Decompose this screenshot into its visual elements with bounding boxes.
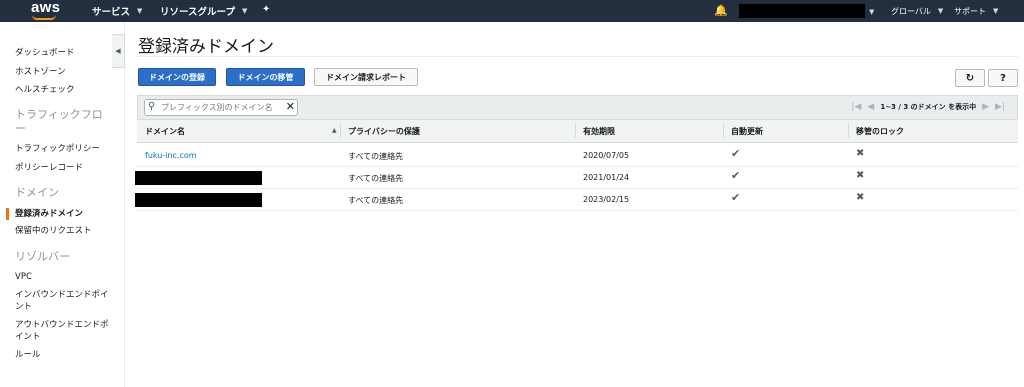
table-row[interactable]: すべての連絡先 2023/02/15 ✔ ✖ [135,189,1018,211]
help-icon: ? [1000,72,1006,84]
check-icon: ✔ [731,147,741,160]
domain-name-redacted [135,171,262,185]
table-header: ドメイン名 ▲ プライバシーの保護 有効期限 自動更新 移管のロック [137,120,1018,143]
region-menu[interactable]: グローバル ▼ [891,0,943,22]
column-divider [575,124,576,138]
column-header-transfer-lock[interactable]: 移管のロック [856,126,904,137]
table-row[interactable]: fuku-inc.com すべての連絡先 2020/07/05 ✔ ✖ [137,145,1018,167]
sidebar-section-traffic-flow: トラフィックフロー [15,108,103,135]
aws-logo-text: aws [31,0,61,16]
account-menu-redacted[interactable] [739,4,865,18]
column-header-expiry[interactable]: 有効期限 [583,126,615,137]
page-title: 登録済みドメイン [138,37,274,57]
sidebar-item-inbound-endpoints[interactable]: インバウンドエンドポイント [15,289,115,313]
expiry-date-value: 2021/01/24 [583,173,630,182]
top-navigation: aws サービス ▼ リソースグループ ▼ ✦ 🔔 ▼ グローバル ▼ サポート… [0,0,1024,22]
sidebar: ダッシュボード ホストゾーン ヘルスチェック トラフィックフロー トラフィックポ… [0,22,125,387]
refresh-icon: ↻ [965,72,975,84]
support-menu[interactable]: サポート ▼ [954,0,998,22]
privacy-protection-value: すべての連絡先 [348,152,404,161]
services-label: サービス [92,7,131,18]
column-divider [723,124,724,138]
resource-groups-label: リソースグループ [160,7,235,18]
search-input[interactable] [161,101,287,114]
prev-page-icon[interactable]: ◀ [867,102,874,112]
sidebar-item-policy-records[interactable]: ポリシーレコード [15,162,83,174]
sidebar-item-registered-domains[interactable]: 登録済みドメイン [15,208,83,220]
sidebar-collapse-button[interactable]: ◀ [112,34,125,68]
sidebar-item-vpc[interactable]: VPC [15,271,32,283]
resource-groups-menu[interactable]: リソースグループ ▼ [160,0,247,22]
region-label: グローバル [891,6,931,16]
chevron-down-icon: ▼ [869,8,875,16]
cross-icon: ✖ [856,148,865,159]
chevron-down-icon: ▼ [137,7,143,15]
column-header-privacy[interactable]: プライバシーの保護 [348,126,420,137]
domain-name-redacted [135,193,262,207]
search-icon: ⚲ [148,101,156,112]
column-divider [848,124,849,138]
sidebar-item-outbound-endpoints[interactable]: アウトバウンドエンドポイント [15,319,115,343]
chevron-down-icon: ▼ [993,7,999,15]
sidebar-item-pending-requests[interactable]: 保留中のリクエスト [15,225,92,237]
clear-icon[interactable]: ✕ [286,100,295,113]
aws-smile-icon [32,15,56,20]
services-menu[interactable]: サービス ▼ [92,0,142,22]
aws-logo[interactable]: aws [26,0,72,22]
column-divider [340,124,341,138]
refresh-button[interactable]: ↻ [955,69,985,87]
table-filter-bar: ⚲ ✕ |◀ ◀ 1~3 / 3 のドメイン を表示中 ▶ ▶| [137,95,1018,120]
cross-icon: ✖ [856,170,865,181]
sidebar-item-health-checks[interactable]: ヘルスチェック [15,84,75,96]
next-page-icon[interactable]: ▶ [982,102,989,112]
sidebar-section-resolver: リゾルバー [15,250,70,263]
transfer-domain-button[interactable]: ドメインの移管 [226,68,305,86]
sidebar-item-dashboard[interactable]: ダッシュボード [15,47,75,59]
last-page-icon[interactable]: ▶| [995,102,1005,112]
privacy-protection-value: すべての連絡先 [348,196,404,205]
chevron-down-icon: ▼ [937,7,944,15]
expiry-date-value: 2020/07/05 [583,151,630,160]
domain-name-link[interactable]: fuku-inc.com [145,151,197,160]
active-indicator [6,208,9,220]
privacy-protection-value: すべての連絡先 [348,174,404,183]
pin-icon[interactable]: ✦ [262,4,270,15]
billing-report-button[interactable]: ドメイン請求レポート [314,68,418,86]
check-icon: ✔ [731,169,741,182]
support-label: サポート [954,6,986,16]
table-row[interactable]: すべての連絡先 2021/01/24 ✔ ✖ [135,167,1018,189]
chevron-left-icon: ◀ [115,47,121,55]
pagination-text: 1~3 / 3 のドメイン を表示中 [880,103,977,111]
sidebar-item-hosted-zones[interactable]: ホストゾーン [15,66,66,78]
search-box[interactable]: ⚲ ✕ [144,99,298,116]
sidebar-item-traffic-policies[interactable]: トラフィックポリシー [15,143,100,155]
column-header-domain-name[interactable]: ドメイン名 [145,126,185,137]
title-divider [137,56,1018,57]
pagination: |◀ ◀ 1~3 / 3 のドメイン を表示中 ▶ ▶| [848,102,1008,112]
chevron-down-icon: ▼ [241,7,248,15]
check-icon: ✔ [731,191,741,204]
cross-icon: ✖ [856,192,865,203]
sidebar-section-domains: ドメイン [15,186,59,199]
column-header-auto-renew[interactable]: 自動更新 [731,126,763,137]
first-page-icon[interactable]: |◀ [851,102,861,112]
register-domain-button[interactable]: ドメインの登録 [138,68,216,86]
bell-icon[interactable]: 🔔 [714,4,728,17]
sort-ascending-icon[interactable]: ▲ [332,127,337,134]
sidebar-item-rules[interactable]: ルール [15,349,41,361]
help-button[interactable]: ? [988,69,1018,87]
expiry-date-value: 2023/02/15 [583,195,630,204]
